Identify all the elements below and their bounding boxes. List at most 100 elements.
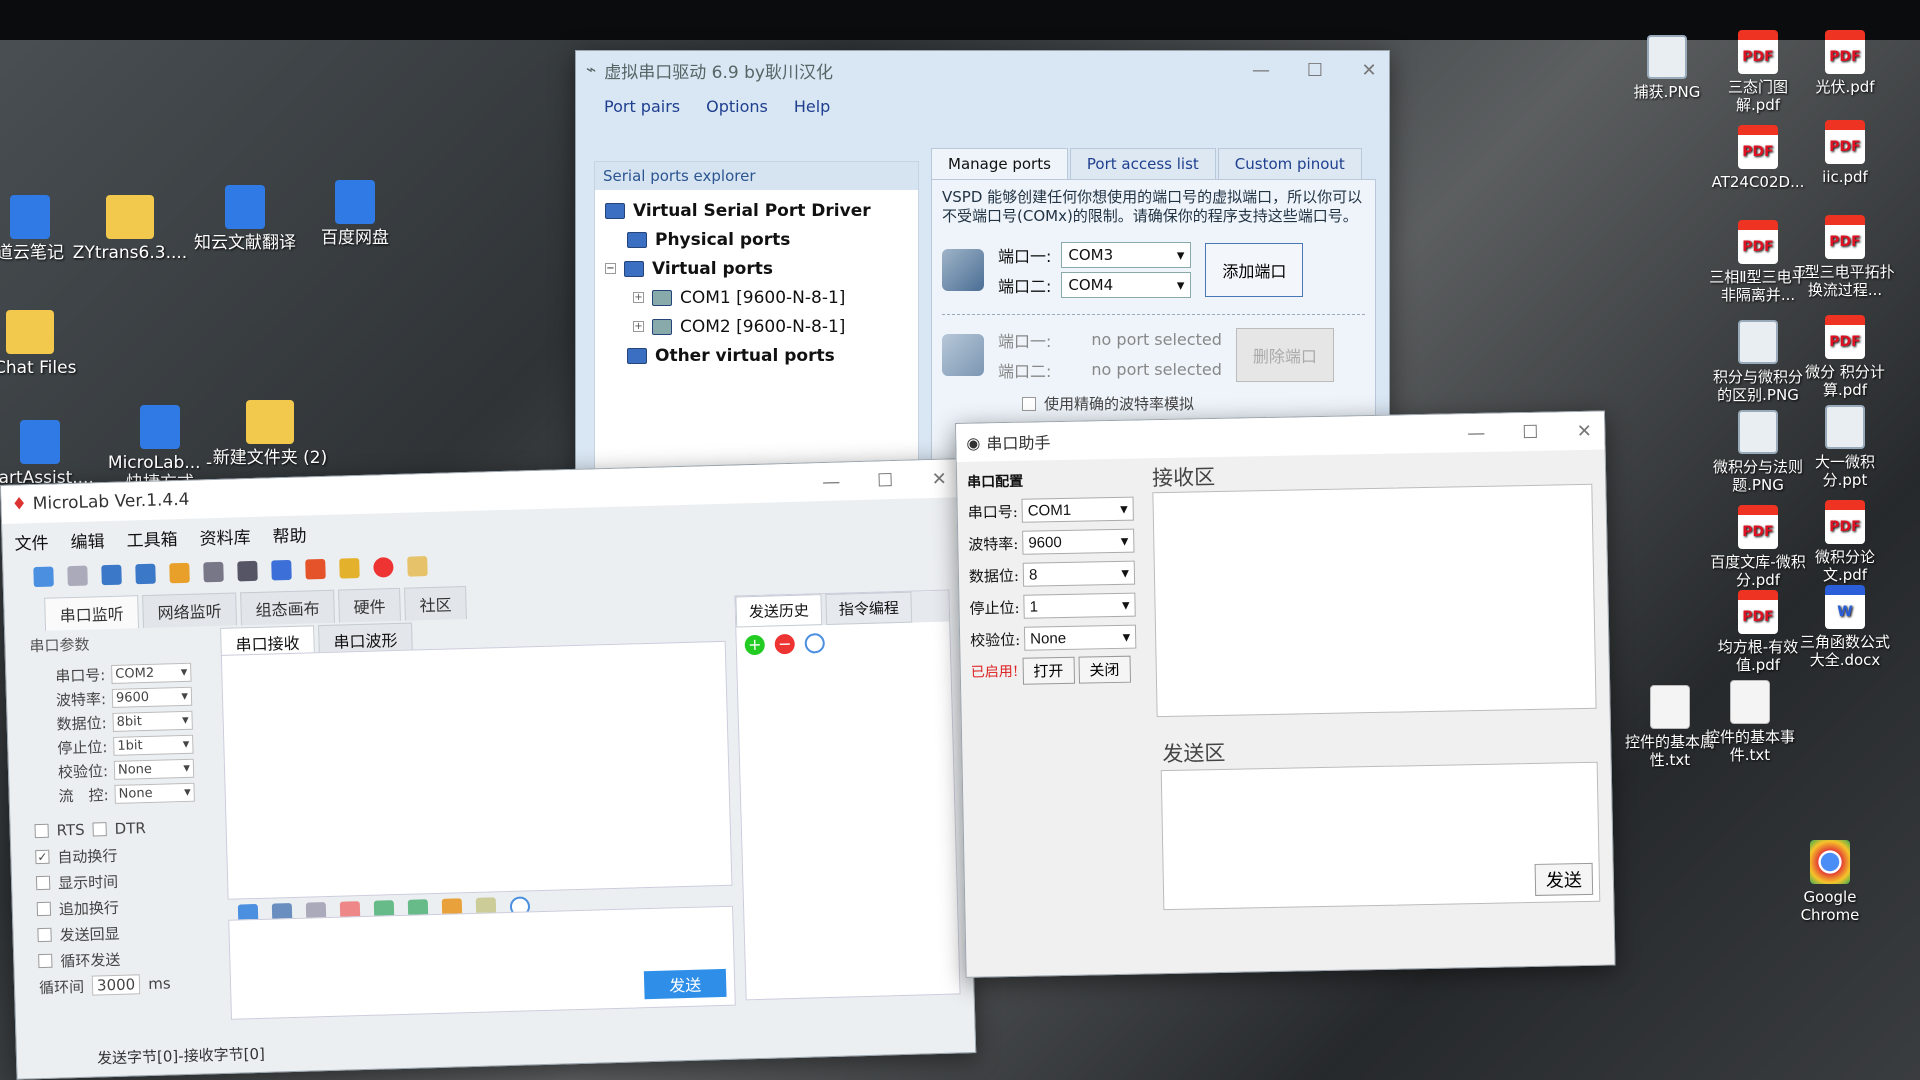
chart-icon[interactable]: [169, 562, 190, 584]
desktop-file[interactable]: PDF 微分 积分计算.pdf: [1795, 315, 1895, 399]
monitor-icon[interactable]: [135, 563, 156, 585]
tab-send-history[interactable]: 发送历史: [735, 594, 823, 628]
loop-interval-input[interactable]: 3000: [91, 974, 141, 996]
tab-canvas[interactable]: 组态画布: [240, 589, 336, 626]
send-button[interactable]: 发送: [643, 968, 727, 1000]
dtr-checkbox[interactable]: [92, 822, 107, 837]
search-icon[interactable]: [804, 633, 826, 654]
tab-network-monitor[interactable]: 网络监听: [142, 592, 238, 629]
tab-port-access-list[interactable]: Port access list: [1069, 148, 1216, 179]
menu-port-pairs[interactable]: Port pairs: [604, 97, 680, 116]
checkbox[interactable]: [1022, 396, 1036, 411]
calculator-icon[interactable]: [203, 561, 224, 583]
checkbox[interactable]: ✓: [35, 849, 50, 865]
desktop-file[interactable]: W 三角函数公式大全.docx: [1795, 585, 1895, 669]
expand-icon[interactable]: +: [633, 292, 644, 303]
rts-checkbox[interactable]: [34, 823, 49, 839]
desktop-icon[interactable]: UartAssist....: [0, 420, 100, 488]
menu-help[interactable]: Help: [794, 97, 830, 116]
tree-virtual-ports[interactable]: − Virtual ports: [605, 254, 908, 283]
tree-physical-ports[interactable]: Physical ports: [605, 225, 908, 254]
desktop-file[interactable]: PDF 光伏.pdf: [1795, 30, 1895, 96]
close-button[interactable]: 关闭: [1078, 655, 1131, 684]
tab-custom-pinout[interactable]: Custom pinout: [1217, 148, 1362, 179]
desktop-file[interactable]: PDF 三态门图解.pdf: [1708, 30, 1808, 114]
desktop-file[interactable]: 控件的基本事件.txt: [1700, 680, 1800, 764]
tree-root[interactable]: Virtual Serial Port Driver: [605, 196, 908, 225]
close-icon[interactable]: ✕: [1359, 60, 1379, 81]
menu-edit[interactable]: 编辑: [70, 527, 105, 553]
add-icon[interactable]: +: [744, 634, 766, 656]
config-select[interactable]: 8 ▾: [1022, 560, 1136, 587]
send-area[interactable]: 发送: [228, 905, 736, 1020]
vspd-titlebar[interactable]: ⌁ 虚拟串口驱动 6.9 by耿川汉化 — ☐ ✕: [576, 51, 1389, 89]
checkbox[interactable]: [35, 875, 51, 891]
font-icon[interactable]: [271, 559, 292, 581]
maximize-icon[interactable]: ☐: [875, 470, 896, 492]
remove-icon[interactable]: −: [774, 633, 796, 655]
desktop-icon[interactable]: 知云文献翻译: [185, 185, 305, 253]
add-pair-button[interactable]: 添加端口: [1205, 242, 1304, 297]
convert-icon[interactable]: [237, 560, 258, 582]
desktop-file[interactable]: PDF 三相Ⅱ型三电平非隔离并...: [1708, 220, 1808, 304]
config-select[interactable]: None ▾: [1023, 624, 1137, 651]
tree-other-ports[interactable]: Other virtual ports: [605, 341, 908, 370]
param-select[interactable]: 1bit ▾: [113, 734, 194, 756]
param-select[interactable]: 9600 ▾: [111, 686, 193, 708]
port2-select[interactable]: COM4 ▾: [1061, 271, 1192, 298]
menu-file[interactable]: 文件: [14, 529, 49, 555]
desktop-file[interactable]: PDF iic.pdf: [1795, 120, 1895, 186]
gear-icon[interactable]: [305, 558, 326, 580]
desktop-icon[interactable]: 新建文件夹 (2): [210, 400, 330, 468]
desktop-icon[interactable]: ZYtrans6.3....: [70, 195, 190, 263]
menu-help[interactable]: 帮助: [272, 521, 307, 547]
open-button[interactable]: 打开: [1022, 656, 1075, 685]
minimize-icon[interactable]: —: [821, 471, 842, 493]
desktop-file[interactable]: PDF 均方根-有效值.pdf: [1708, 590, 1808, 674]
menu-options[interactable]: Options: [706, 97, 768, 116]
config-select[interactable]: 1 ▾: [1023, 592, 1136, 619]
param-select[interactable]: None ▾: [113, 758, 195, 780]
tab-serial-monitor[interactable]: 串口监听: [44, 595, 140, 631]
desktop-file[interactable]: 积分与微积分的区别.PNG: [1708, 320, 1808, 404]
minimize-icon[interactable]: —: [1251, 60, 1271, 81]
param-select[interactable]: COM2 ▾: [111, 662, 192, 684]
baud-emulation-option[interactable]: 使用精确的波特率模拟: [1022, 391, 1365, 417]
delete-pair-button[interactable]: 删除端口: [1235, 327, 1334, 382]
desktop-file[interactable]: PDF AT24C02D...: [1708, 125, 1808, 191]
window-icon[interactable]: [101, 564, 122, 586]
maximize-icon[interactable]: ☐: [1520, 421, 1540, 442]
desktop-icon[interactable]: 百度网盘: [295, 180, 415, 248]
book-icon[interactable]: [407, 556, 428, 577]
desktop-file[interactable]: PDF 微积分论文.pdf: [1795, 500, 1895, 584]
port1-select[interactable]: COM3 ▾: [1061, 241, 1192, 268]
param-select[interactable]: None ▾: [114, 782, 195, 804]
desktop-icon[interactable]: eChat Files: [0, 310, 90, 378]
tab-community[interactable]: 社区: [404, 586, 468, 621]
menu-toolbox[interactable]: 工具箱: [126, 525, 178, 551]
param-select[interactable]: 8bit ▾: [112, 710, 193, 732]
connect-icon[interactable]: [33, 566, 54, 588]
maximize-icon[interactable]: ☐: [1305, 60, 1325, 81]
expand-icon[interactable]: +: [633, 321, 644, 332]
config-select[interactable]: 9600 ▾: [1022, 528, 1135, 555]
collapse-icon[interactable]: −: [605, 263, 616, 274]
desktop-file[interactable]: 捕获.PNG: [1617, 35, 1717, 101]
key-icon[interactable]: [339, 557, 360, 579]
desktop-file[interactable]: 大一微积分.ppt: [1795, 405, 1895, 489]
send-textarea[interactable]: 发送: [1160, 761, 1601, 911]
config-select[interactable]: COM1 ▾: [1021, 496, 1134, 523]
desktop-file[interactable]: PDF T型三电平拓扑换流过程...: [1795, 215, 1895, 299]
send-button[interactable]: 发送: [1534, 862, 1594, 896]
checkbox[interactable]: [37, 927, 52, 943]
desktop-file[interactable]: Google Chrome: [1780, 840, 1880, 924]
checkbox[interactable]: [38, 953, 53, 969]
close-icon[interactable]: ✕: [929, 468, 950, 490]
desktop-file[interactable]: PDF 百度文库-微积分.pdf: [1708, 505, 1808, 589]
receive-area[interactable]: [220, 640, 733, 900]
tab-hardware[interactable]: 硬件: [338, 587, 402, 623]
menu-library[interactable]: 资料库: [199, 523, 251, 549]
tree-com1[interactable]: + COM1 [9600-N-8-1]: [605, 283, 908, 312]
desktop-file[interactable]: 微积分与法则题.PNG: [1708, 410, 1808, 494]
link-icon[interactable]: [67, 565, 88, 587]
